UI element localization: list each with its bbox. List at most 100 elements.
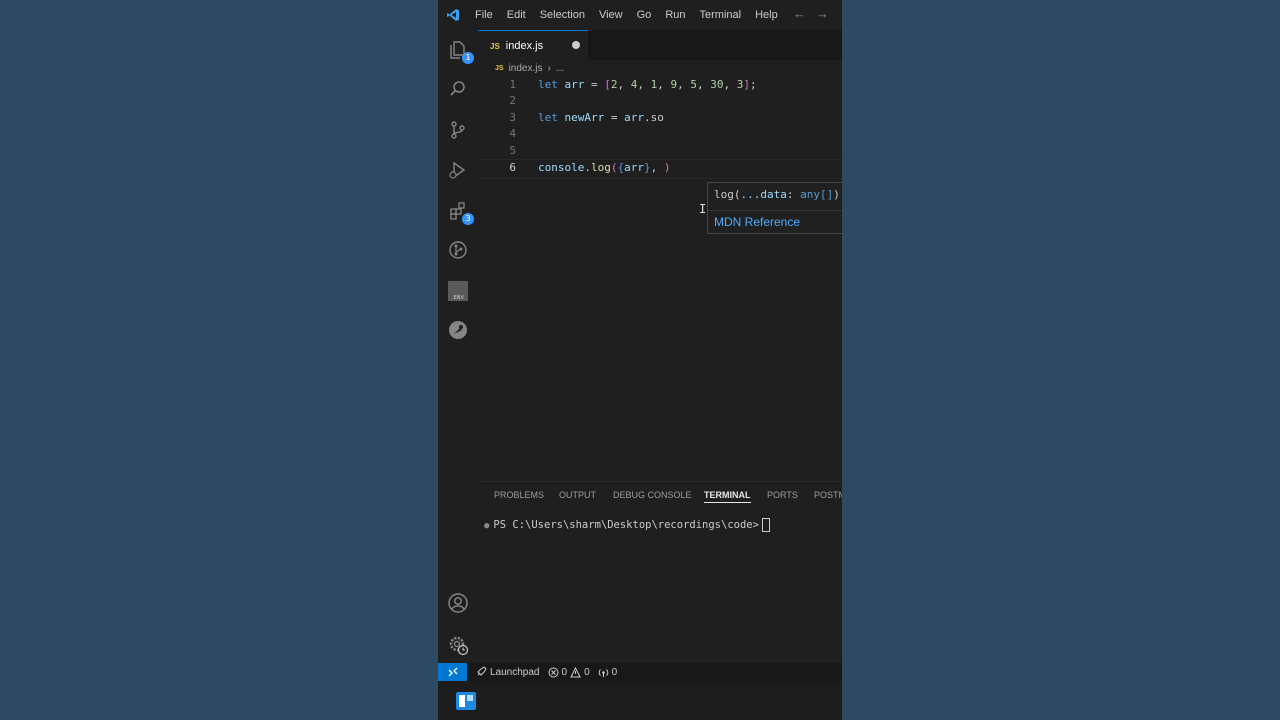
hover-signature: log(...data: any[]): void (714, 188, 842, 201)
broadcast-icon (598, 668, 608, 677)
menu-item-file[interactable]: File (468, 9, 500, 21)
menu-item-help[interactable]: Help (748, 9, 785, 21)
code-token: let (538, 78, 565, 91)
windows-app-icon[interactable] (456, 692, 476, 715)
code-line[interactable]: 1 let arr = [2, 4, 1, 9, 5, 30, 3]; (478, 77, 842, 93)
explorer-badge: 1 (462, 52, 474, 64)
launchpad-item[interactable]: Launchpad (475, 666, 540, 678)
settings-gear-icon[interactable] (446, 633, 470, 657)
hover-tooltip: log(...data: any[]): void MDN Reference (707, 182, 842, 234)
code-token: arr (624, 111, 644, 124)
line-number: 2 (509, 94, 516, 107)
line-number: 5 (509, 144, 516, 157)
mdn-reference-link[interactable]: MDN Reference (714, 215, 800, 229)
code-token: 2 (610, 78, 618, 91)
terminal-prompt: PS C:\Users\sharm\Desktop\recordings\cod… (493, 519, 759, 531)
postman-icon[interactable] (446, 318, 470, 342)
code-token: , (617, 78, 631, 91)
menu-bar: File Edit Selection View Go Run Terminal Help (468, 9, 785, 21)
tab-postman[interactable]: POSTMAN (814, 490, 842, 500)
problems-item[interactable]: 0 0 (548, 666, 590, 678)
code-token: , (657, 78, 671, 91)
menu-item-view[interactable]: View (592, 9, 630, 21)
signature-name: log( (714, 188, 741, 201)
env-file-icon[interactable]: .ENV (446, 279, 470, 303)
vscode-window: File Edit Selection View Go Run Terminal Help ←… (438, 0, 842, 720)
remote-indicator-icon[interactable] (438, 663, 467, 681)
env-label: .ENV (448, 281, 468, 301)
error-count: 0 (561, 666, 568, 678)
tab-problems[interactable]: PROBLEMS (494, 490, 544, 500)
tab-index-js[interactable]: JS index.js (478, 30, 588, 61)
warning-count: 0 (584, 666, 590, 678)
code-token: 30 (710, 78, 724, 91)
code-text: let arr = [2, 4, 1, 9, 5, 30, 3]; (538, 77, 757, 93)
line-number: 3 (509, 111, 516, 124)
code-token: ] (743, 78, 750, 91)
breadcrumb: JS index.js › ... (478, 60, 842, 77)
panel-tabs: PROBLEMS OUTPUT DEBUG CONSOLE TERMINAL PORTS… (478, 482, 842, 508)
source-control-icon[interactable] (446, 118, 470, 142)
breadcrumb-file[interactable]: index.js (509, 63, 543, 74)
line-number: 1 (509, 78, 516, 91)
tab-label: index.js (505, 40, 544, 52)
code-line[interactable]: 4 (478, 126, 842, 142)
code-line[interactable]: 3 let newArr = arr.so (478, 110, 842, 126)
terminal-output[interactable]: ● PS C:\Users\sharm\Desktop\recordings\co… (484, 518, 770, 532)
bottom-panel: PROBLEMS OUTPUT DEBUG CONSOLE TERMINAL PORTS… (478, 481, 842, 664)
git-graph-icon[interactable] (446, 238, 470, 262)
tab-output[interactable]: OUTPUT (559, 490, 596, 500)
code-line[interactable]: 2 (478, 93, 842, 109)
signature-type: any[] (800, 188, 834, 201)
extensions-badge: 3 (462, 213, 474, 225)
js-file-icon: JS (490, 41, 500, 51)
menu-item-selection[interactable]: Selection (533, 9, 592, 21)
back-arrow-icon[interactable]: ← (793, 6, 806, 21)
editor-tabs: JS index.js (478, 30, 842, 61)
ports-item[interactable]: 0 (598, 667, 617, 678)
code-token: , (637, 78, 651, 91)
code-token: , (697, 78, 711, 91)
line-number: 4 (509, 127, 516, 140)
code-line[interactable]: 5 (478, 143, 842, 159)
run-debug-icon[interactable] (446, 158, 470, 182)
code-token: ; (750, 78, 757, 91)
code-token: , (677, 78, 691, 91)
status-bar: Launchpad 0 0 0 (438, 663, 842, 681)
code-token: newArr (564, 111, 605, 124)
breadcrumb-more[interactable]: ... (556, 63, 564, 74)
forward-arrow-icon[interactable]: → (816, 6, 829, 21)
search-icon[interactable] (446, 77, 470, 101)
explorer-icon[interactable]: 1 (446, 38, 474, 64)
menu-item-edit[interactable]: Edit (500, 9, 533, 21)
code-token: , (723, 78, 737, 91)
chevron-right-icon: › (547, 63, 551, 74)
vscode-logo-icon (438, 0, 468, 30)
account-icon[interactable] (446, 591, 470, 615)
signature-colon: : (786, 188, 801, 201)
menu-item-terminal[interactable]: Terminal (693, 9, 749, 21)
code-token: .so (644, 111, 664, 124)
terminal-prompt-dot-icon: ● (484, 521, 490, 531)
signature-param: ...data (740, 188, 787, 201)
launchpad-label: Launchpad (490, 666, 540, 678)
tab-terminal[interactable]: TERMINAL (704, 490, 751, 503)
code-token: = (604, 111, 625, 124)
js-file-icon: JS (495, 65, 504, 72)
code-editor[interactable]: 6 console.log({arr}, ) 5 4 3 let newArr = arr… (478, 77, 842, 477)
code-token: arr (564, 78, 585, 91)
current-line-highlight (478, 159, 842, 179)
tab-debug-console[interactable]: DEBUG CONSOLE (613, 490, 692, 500)
taskbar (438, 681, 842, 720)
hover-divider (708, 210, 842, 211)
text-cursor-icon: I (699, 202, 707, 216)
extensions-icon[interactable]: 3 (446, 199, 474, 225)
menu-item-go[interactable]: Go (630, 9, 659, 21)
tab-ports[interactable]: PORTS (767, 490, 798, 500)
rocket-icon (477, 666, 487, 676)
unsaved-dot-icon[interactable] (572, 41, 580, 49)
error-icon (548, 667, 558, 677)
code-token: = (584, 78, 605, 91)
menu-item-run[interactable]: Run (658, 9, 692, 21)
terminal-cursor (761, 518, 770, 532)
